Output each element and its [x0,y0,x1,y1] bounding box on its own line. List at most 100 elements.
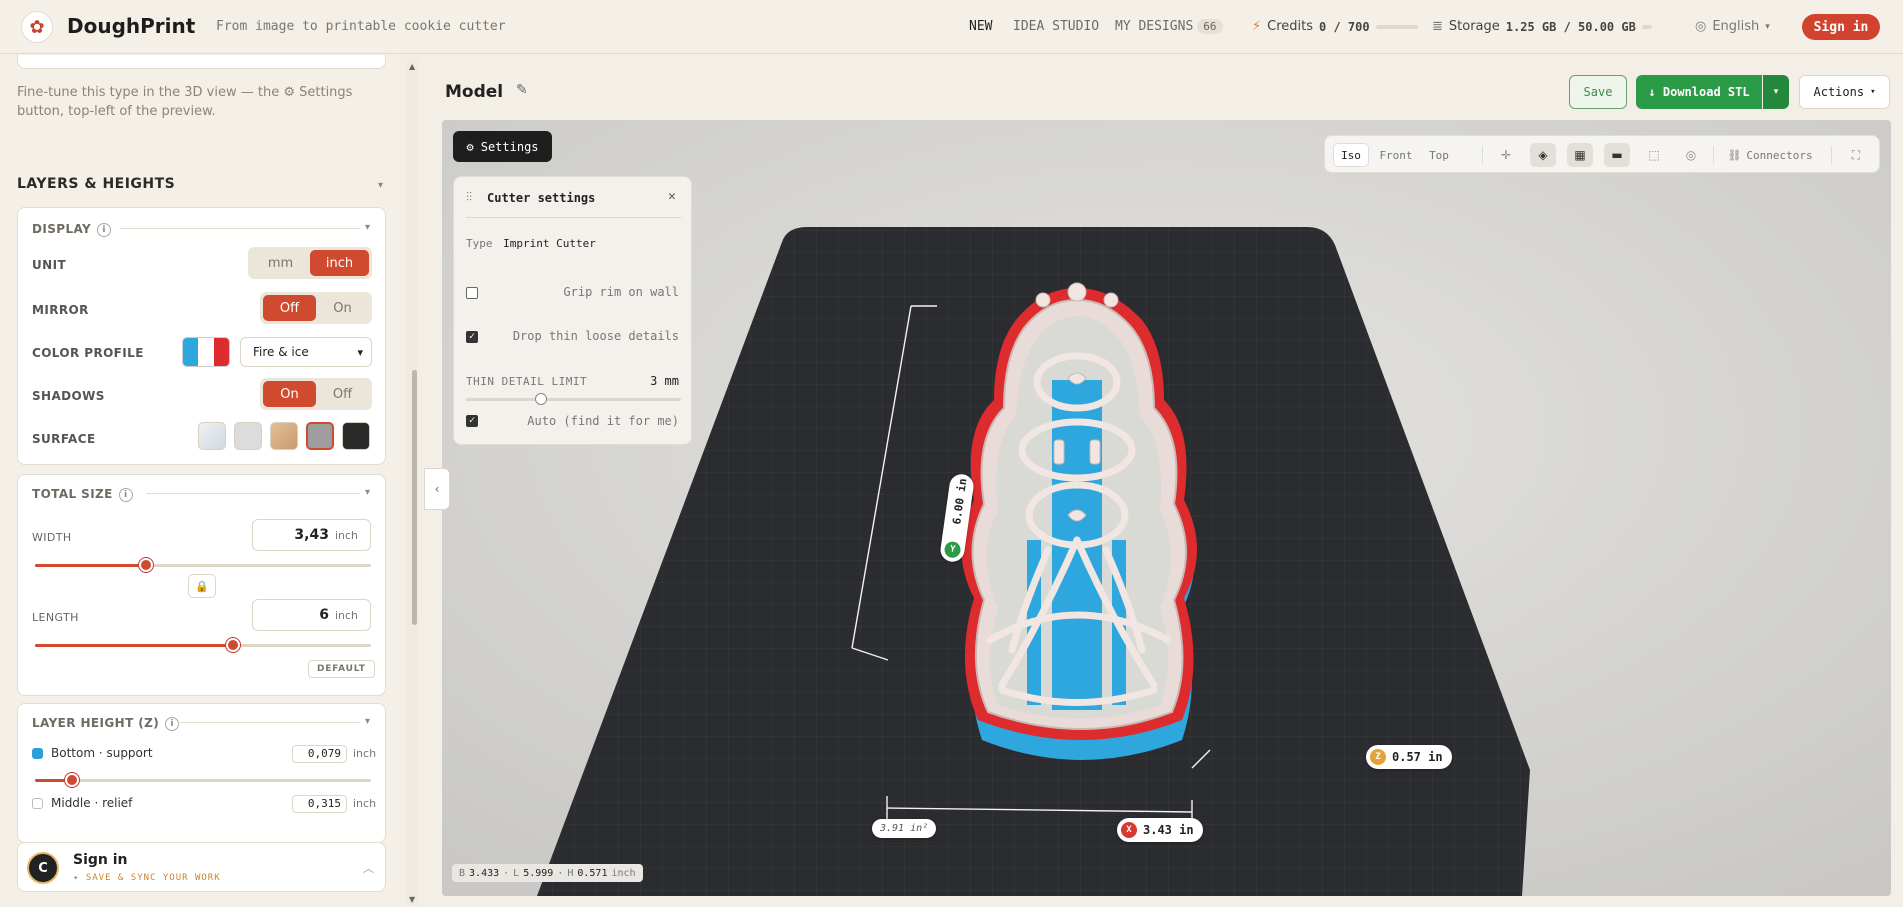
layer-bottom-input[interactable]: 0,079 [292,745,347,763]
layer-bottom-slider-handle[interactable] [65,773,79,787]
layer-bottom-checkbox[interactable] [32,747,43,759]
chevron-up-icon[interactable]: ︿ [363,860,374,876]
layers-icon[interactable]: ◈ [1530,143,1556,167]
close-icon[interactable]: ✕ [668,189,676,204]
model-title: Model [445,82,504,102]
view-top-button[interactable]: Top [1421,143,1457,167]
layer-row-middle[interactable]: Middle · relief [32,796,132,810]
star-icon: ✦ [73,873,86,883]
layer-height-title: LAYER HEIGHT (Z) i [32,716,180,731]
download-stl-button[interactable]: ↓ Download STL [1636,75,1762,109]
chevron-down-icon[interactable]: ▾ [365,487,370,498]
layer-bottom-unit: inch [353,747,377,760]
signin-card[interactable]: C Sign in ✦ SAVE & SYNC YOUR WORK ︿ [17,842,386,892]
cutter-type-value: Imprint Cutter [503,237,596,250]
storage-meter: ≣ Storage 1.25 GB / 50.00 GB [1432,19,1652,34]
unit-inch-option[interactable]: inch [310,250,369,276]
mirror-off-option[interactable]: Off [263,295,316,321]
scroll-up-arrow-icon[interactable]: ▲ [409,62,415,71]
layer-middle-input[interactable]: 0,315 [292,795,347,813]
grip-rim-checkbox[interactable] [466,287,478,299]
thin-limit-slider[interactable] [466,393,681,405]
length-slider[interactable] [35,638,371,652]
thin-limit-slider-handle[interactable] [535,393,547,405]
connectors-button[interactable]: ⛓ Connectors [1723,143,1817,167]
surface-swatch-frost[interactable] [198,422,226,450]
surface-swatch-light[interactable] [234,422,262,450]
chevron-down-icon[interactable]: ▾ [365,716,370,727]
layer-row-bottom[interactable]: Bottom · support [32,746,153,760]
layer-middle-unit: inch [353,797,377,810]
info-icon: i [118,488,133,502]
surface-swatch-wood[interactable] [270,422,298,450]
language-label: English [1712,19,1760,34]
bolt-icon: ⚡ [1252,19,1262,34]
chevron-down-icon[interactable]: ▾ [378,180,383,191]
fullscreen-icon[interactable]: ⛶ [1843,143,1869,167]
unit-label: UNIT [32,258,67,272]
area-pill: 3.91 in² [872,819,937,838]
unit-toggle[interactable]: mm inch [248,247,372,279]
height-dimension-value: 0.57 in [1392,750,1443,764]
download-options-button[interactable]: ▾ [1763,75,1789,109]
layers-section-title[interactable]: LAYERS & HEIGHTS [17,176,175,192]
unit-mm-option[interactable]: mm [251,250,310,276]
auto-thin-checkbox[interactable]: ✓ [466,415,478,427]
surface-label: SURFACE [32,432,96,446]
nav-new[interactable]: NEW [969,19,992,34]
total-size-card: TOTAL SIZE i ▾ WIDTH 3,43 inch 🔒 LENGTH 6i… [17,474,386,696]
sidebar-scroll-thumb[interactable] [412,370,417,625]
length-value: 6 [319,607,329,623]
color-profile-select[interactable]: Fire & ice ▾ [240,337,372,367]
length-slider-handle[interactable] [226,638,240,652]
length-label: LENGTH [32,611,79,624]
shadows-toggle[interactable]: On Off [260,378,372,410]
globe-icon[interactable]: ◎ [1678,143,1704,167]
width-slider[interactable] [35,558,371,572]
layer-middle-checkbox[interactable] [32,797,43,809]
nav-my-designs[interactable]: MY DESIGNS 66 [1115,19,1223,34]
collapse-sidebar-button[interactable]: ‹ [424,468,450,510]
layer-bottom-name: Bottom · support [51,746,153,760]
length-input[interactable]: 6 inch [252,599,371,631]
storage-icon: ≣ [1432,19,1443,34]
length-unit: inch [334,608,358,622]
actions-button[interactable]: Actions ▾ [1799,75,1890,109]
shadows-on-option[interactable]: On [263,381,316,407]
width-input[interactable]: 3,43 inch [252,519,371,551]
drop-thin-checkbox[interactable]: ✓ [466,331,478,343]
chevron-down-icon[interactable]: ▾ [365,222,370,233]
edit-pencil-icon[interactable]: ✎ [516,82,528,98]
ruler-icon[interactable]: ▬ [1604,143,1630,167]
y-axis-icon: Y [943,540,962,559]
nav-idea-studio[interactable]: IDEA STUDIO [1013,19,1099,34]
grid-icon[interactable]: ▦ [1567,143,1593,167]
surface-swatch-concrete[interactable] [306,422,334,450]
info-icon: i [165,717,180,731]
save-button[interactable]: Save [1569,75,1627,109]
language-select[interactable]: ◎ English ▾ [1695,19,1770,34]
view-front-button[interactable]: Front [1373,143,1419,167]
width-slider-handle[interactable] [139,558,153,572]
mirror-on-option[interactable]: On [316,295,369,321]
scroll-down-arrow-icon[interactable]: ▼ [409,895,415,904]
globe-icon: ◎ [1695,19,1707,34]
signin-button[interactable]: Sign in [1802,14,1880,40]
viewport-settings-button[interactable]: ⚙ Settings [453,131,552,162]
logo-icon[interactable]: ✿ [21,11,53,43]
view-iso-button[interactable]: Iso [1333,143,1369,167]
bounds-icon[interactable]: ⬚ [1641,143,1667,167]
layer-bottom-slider[interactable] [35,773,371,787]
chevron-left-icon: ‹ [434,482,440,496]
mirror-toggle[interactable]: Off On [260,292,372,324]
surface-swatch-dark[interactable] [342,422,370,450]
brand-name[interactable]: DoughPrint [67,14,195,38]
shadows-off-option[interactable]: Off [316,381,369,407]
lock-icon[interactable]: 🔒 [188,574,216,598]
credits-bar [1375,24,1418,29]
default-size-button[interactable]: DEFAULT [308,660,375,678]
gear-icon: ⚙ [466,139,474,154]
axes-icon[interactable]: ✛ [1493,143,1519,167]
total-size-title: TOTAL SIZE i [32,487,133,502]
top-bar: ✿ DoughPrint From image to printable coo… [0,0,1903,54]
